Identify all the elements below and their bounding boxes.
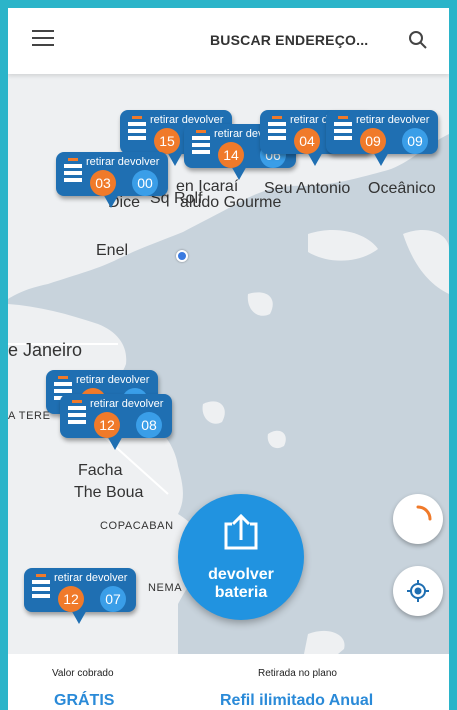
devolver-count: 07 <box>100 586 126 612</box>
marker-label: retirar devolver <box>86 156 160 168</box>
marker-label: retirar devolver <box>54 572 128 584</box>
battery-icon <box>128 116 146 148</box>
refresh-button[interactable] <box>393 494 443 544</box>
station-marker[interactable]: retirar devolver 12 07 <box>24 568 136 624</box>
retirar-count: 09 <box>360 128 386 154</box>
marker-label: retirar devolver <box>90 398 164 410</box>
place-facha: Facha <box>78 462 123 479</box>
retirar-count: 12 <box>94 412 120 438</box>
place-rio-de-janeiro: e Janeiro <box>8 340 83 360</box>
retirar-count: 03 <box>90 170 116 196</box>
devolver-count: 08 <box>136 412 162 438</box>
battery-icon <box>268 116 286 148</box>
app-screen: BUSCAR ENDEREÇO... Enel Dice Sq Rolf en … <box>8 8 449 710</box>
charge-caption: Valor cobrado <box>52 668 114 679</box>
devolver-count: 00 <box>132 170 158 196</box>
top-bar: BUSCAR ENDEREÇO... <box>8 8 449 74</box>
hamburger-menu-icon[interactable] <box>32 30 54 48</box>
retirar-count: 14 <box>218 142 244 168</box>
charge-value: GRÁTIS <box>54 692 115 709</box>
my-location-button[interactable] <box>393 566 443 616</box>
plan-value[interactable]: Refil ilimitado Anual <box>220 692 373 710</box>
return-battery-line2: bateria <box>214 584 268 601</box>
marker-label: retirar devolver <box>356 114 430 126</box>
search-address-button[interactable]: BUSCAR ENDEREÇO... <box>210 32 368 48</box>
current-location-dot <box>176 250 188 262</box>
place-oceanico: Oceânico <box>368 180 436 197</box>
return-battery-button[interactable]: devolver bateria <box>178 494 304 620</box>
place-terra: A TERE <box>8 410 51 422</box>
retirar-count: 04 <box>294 128 320 154</box>
battery-icon <box>334 116 352 148</box>
place-copacabana: COPACABAN <box>100 520 174 532</box>
retirar-count: 12 <box>58 586 84 612</box>
search-icon[interactable] <box>408 30 428 50</box>
loading-spinner-icon <box>416 505 432 521</box>
devolver-count: 09 <box>402 128 428 154</box>
station-marker[interactable]: retirar devolver 09 09 <box>326 110 438 166</box>
station-marker[interactable]: retirar devolver 12 08 <box>60 394 172 450</box>
my-location-icon <box>407 580 429 602</box>
place-seu-antonio: Seu Antonio <box>264 180 351 197</box>
return-battery-line1: devolver <box>208 566 274 583</box>
place-the-boua: The Boua <box>74 484 144 501</box>
plan-caption: Retirada no plano <box>258 668 337 679</box>
retirar-count: 15 <box>154 128 180 154</box>
battery-icon <box>32 574 50 606</box>
battery-icon <box>68 400 86 432</box>
marker-label: retirar devolver <box>76 374 150 386</box>
station-marker[interactable]: retirar devolver 03 00 <box>56 152 168 208</box>
upload-arrow-icon <box>224 513 258 550</box>
pricing-footer: Valor cobrado GRÁTIS Retirada no plano R… <box>8 654 449 710</box>
battery-icon <box>64 158 82 190</box>
place-enel: Enel <box>96 242 129 259</box>
battery-icon <box>192 130 210 162</box>
